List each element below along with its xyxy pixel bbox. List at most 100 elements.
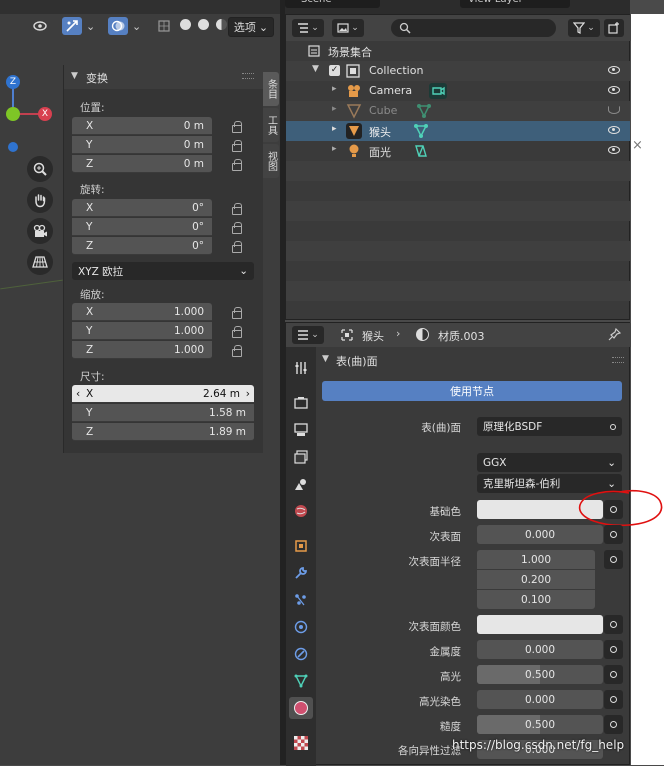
tab-view[interactable]: 视图 bbox=[263, 144, 279, 178]
tab-render[interactable] bbox=[289, 392, 313, 414]
options-select-button[interactable]: 选项 ⌄ bbox=[228, 17, 274, 37]
list-item-cube[interactable]: ▸ Cube bbox=[286, 101, 630, 121]
tab-output[interactable] bbox=[289, 419, 313, 441]
tab-tool-settings[interactable] bbox=[289, 357, 313, 379]
expand-arrow-icon[interactable]: ▸ bbox=[332, 104, 337, 114]
specular-tint-link-button[interactable] bbox=[604, 690, 623, 709]
eye-hidden-icon[interactable] bbox=[608, 106, 620, 114]
lock-icon[interactable] bbox=[232, 203, 244, 215]
expand-arrow-icon[interactable]: ▸ bbox=[332, 124, 337, 134]
lock-icon[interactable] bbox=[232, 121, 244, 133]
tab-object-data[interactable] bbox=[289, 670, 313, 692]
rotation-y-field[interactable]: Y 0° bbox=[72, 218, 212, 236]
display-mode-button[interactable]: ⌄ bbox=[332, 19, 364, 37]
shading-material-icon[interactable] bbox=[216, 19, 227, 30]
chevron-down-icon[interactable]: ⌄ bbox=[86, 20, 95, 33]
expand-arrow-icon[interactable]: ▼ bbox=[312, 64, 319, 74]
tab-item[interactable]: 条目 bbox=[263, 72, 279, 106]
camera-view-icon[interactable] bbox=[27, 218, 53, 244]
gizmo-neg-z[interactable] bbox=[8, 142, 18, 152]
lock-icon[interactable] bbox=[232, 307, 244, 319]
eye-icon[interactable] bbox=[608, 146, 620, 154]
mesh-data-icon[interactable] bbox=[416, 103, 432, 119]
gizmo-x-axis[interactable]: X bbox=[38, 107, 52, 121]
roughness-link-button[interactable] bbox=[604, 715, 623, 734]
shading-solid-icon[interactable] bbox=[180, 19, 191, 30]
eye-icon[interactable] bbox=[608, 86, 620, 94]
metallic-slider[interactable]: 0.000 bbox=[477, 640, 603, 659]
location-x-field[interactable]: X0 m bbox=[72, 117, 212, 135]
chevron-down-icon[interactable]: ⌄ bbox=[132, 20, 141, 33]
expand-arrow-icon[interactable]: ▸ bbox=[332, 84, 337, 94]
collapse-arrow-icon[interactable]: ▼ bbox=[322, 354, 329, 364]
distribution-select[interactable]: GGX ⌄ bbox=[477, 453, 622, 472]
tab-constraints[interactable] bbox=[289, 643, 313, 665]
scale-z-field[interactable]: Z 1.000 bbox=[72, 341, 212, 359]
pin-icon[interactable] bbox=[608, 328, 621, 341]
subsurface-color-link-button[interactable] bbox=[604, 615, 623, 634]
specular-slider[interactable]: 0.500 bbox=[477, 665, 603, 684]
mesh-data-icon[interactable] bbox=[413, 123, 429, 139]
3d-viewport[interactable]: ⌄ ⌄ ⌄ Z X ▼ bbox=[0, 0, 280, 765]
tab-world[interactable] bbox=[289, 500, 313, 522]
light-data-icon[interactable] bbox=[413, 143, 429, 159]
expand-arrow-icon[interactable]: ▸ bbox=[332, 144, 337, 154]
gizmo-toggle-icon[interactable] bbox=[62, 17, 82, 35]
tab-material[interactable] bbox=[289, 697, 313, 719]
scale-y-field[interactable]: Y 1.000 bbox=[72, 322, 212, 340]
tab-physics[interactable] bbox=[289, 616, 313, 638]
subsurface-link-button[interactable] bbox=[604, 525, 623, 544]
lock-icon[interactable] bbox=[232, 222, 244, 234]
outliner-search-input[interactable] bbox=[391, 19, 556, 37]
specular-tint-slider[interactable]: 0.000 bbox=[477, 690, 603, 709]
zoom-icon[interactable] bbox=[27, 156, 53, 182]
scale-x-field[interactable]: X 1.000 bbox=[72, 303, 212, 321]
view-layer-selector[interactable]: View Layer bbox=[460, 0, 570, 8]
arrow-left-icon[interactable]: ‹ bbox=[76, 388, 80, 400]
close-icon[interactable]: × bbox=[632, 138, 643, 153]
tab-texture[interactable] bbox=[289, 732, 313, 754]
list-item-camera[interactable]: ▸ Camera bbox=[286, 81, 630, 101]
shading-wireframe-icon[interactable] bbox=[198, 19, 209, 30]
rotation-mode-select[interactable]: XYZ 欧拉 ⌄ bbox=[72, 262, 254, 280]
editor-type-button[interactable]: ⌄ bbox=[292, 326, 324, 344]
rotation-z-field[interactable]: Z 0° bbox=[72, 237, 212, 255]
drag-handle-icon[interactable] bbox=[242, 73, 254, 79]
tab-modifiers[interactable] bbox=[289, 562, 313, 584]
use-nodes-button[interactable]: 使用节点 bbox=[322, 381, 622, 401]
dimensions-z-field[interactable]: Z 1.89 m bbox=[72, 423, 254, 441]
gizmo-y-axis[interactable] bbox=[6, 107, 20, 121]
hand-pan-icon[interactable] bbox=[27, 187, 53, 213]
dimensions-x-field[interactable]: ‹ X 2.64 m › bbox=[72, 385, 254, 403]
tab-particles[interactable] bbox=[289, 589, 313, 611]
subsurface-radius-link-button[interactable] bbox=[604, 550, 623, 569]
overlays-toggle-icon[interactable] bbox=[108, 17, 128, 35]
list-item-collection[interactable]: ▼ ✓ Collection bbox=[286, 61, 630, 81]
subsurface-slider[interactable]: 0.000 bbox=[477, 525, 603, 544]
filter-button[interactable]: ⌄ bbox=[568, 19, 600, 37]
lock-icon[interactable] bbox=[232, 345, 244, 357]
lock-icon[interactable] bbox=[232, 159, 244, 171]
drag-handle-icon[interactable] bbox=[612, 357, 624, 363]
list-item-area-light[interactable]: ▸ 面光 bbox=[286, 141, 630, 161]
rotation-x-field[interactable]: X 0° bbox=[72, 199, 212, 217]
subsurface-radius-y-field[interactable]: 0.200 bbox=[477, 570, 595, 589]
subsurface-radius-x-field[interactable]: 1.000 bbox=[477, 550, 595, 569]
scene-selector[interactable]: Scene bbox=[285, 0, 380, 8]
gizmo-z-axis[interactable]: Z bbox=[6, 75, 20, 89]
roughness-slider[interactable]: 0.500 bbox=[477, 715, 603, 734]
navigation-gizmo[interactable]: Z X bbox=[0, 70, 60, 160]
eye-icon[interactable] bbox=[608, 126, 620, 134]
subsurface-color-swatch[interactable] bbox=[477, 615, 603, 634]
location-z-field[interactable]: Z0 m bbox=[72, 155, 212, 173]
editor-type-button[interactable]: ⌄ bbox=[292, 19, 324, 37]
checkbox-icon[interactable]: ✓ bbox=[329, 65, 340, 76]
subsurface-radius-z-field[interactable]: 0.100 bbox=[477, 590, 595, 609]
new-collection-button[interactable] bbox=[604, 19, 624, 37]
metallic-link-button[interactable] bbox=[604, 640, 623, 659]
lock-icon[interactable] bbox=[232, 326, 244, 338]
grid-ortho-icon[interactable] bbox=[27, 249, 53, 275]
camera-data-icon[interactable] bbox=[428, 82, 448, 100]
tab-scene[interactable] bbox=[289, 473, 313, 495]
specular-link-button[interactable] bbox=[604, 665, 623, 684]
